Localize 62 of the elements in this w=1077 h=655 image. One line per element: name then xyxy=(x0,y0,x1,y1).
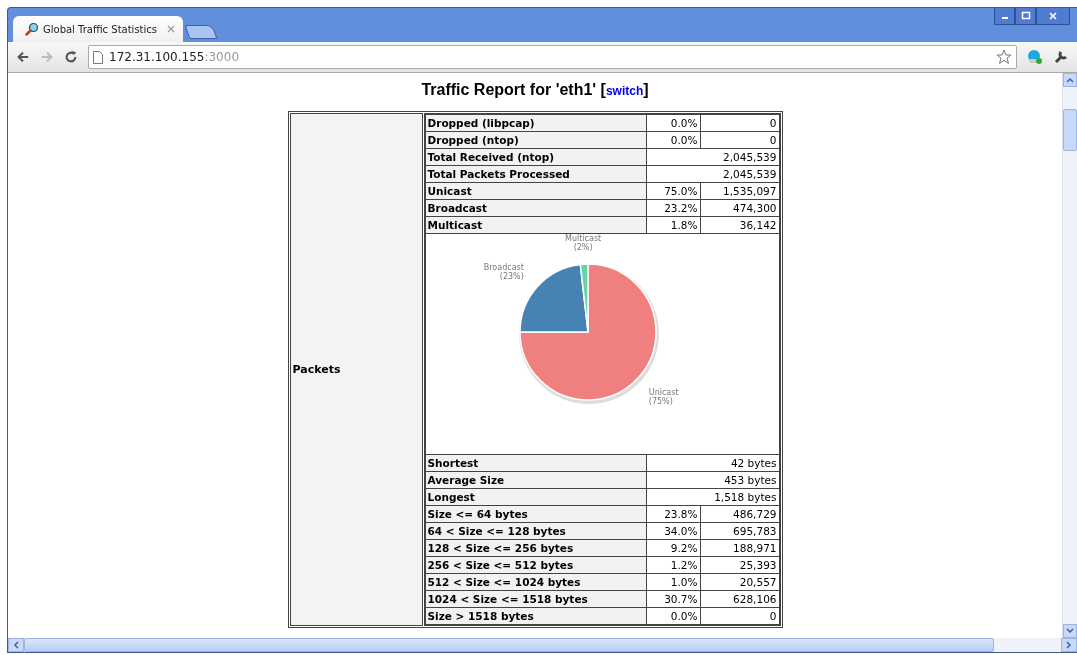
table-cell: 1,518 bytes xyxy=(646,488,779,506)
minimize-button[interactable] xyxy=(994,8,1015,25)
table-cell: 0 xyxy=(700,114,779,132)
close-button[interactable] xyxy=(1036,8,1070,25)
scroll-left-button[interactable] xyxy=(8,638,24,652)
chevron-left-icon xyxy=(13,641,19,649)
scroll-down-button[interactable] xyxy=(1063,624,1077,638)
maximize-icon xyxy=(1020,11,1031,21)
table-cell: 486,729 xyxy=(700,505,779,523)
table-cell: 23.2% xyxy=(646,199,700,217)
chevron-down-icon xyxy=(1066,628,1074,634)
new-tab-button[interactable] xyxy=(184,25,218,39)
address-field[interactable]: 172.31.100.155:3000 xyxy=(88,45,1017,69)
table-cell: 25,393 xyxy=(700,556,779,574)
table-cell: 9.2% xyxy=(646,539,700,557)
table-cell: 1.8% xyxy=(646,216,700,234)
extension-icon[interactable] xyxy=(1027,49,1043,65)
table-cell: 0 xyxy=(700,607,779,625)
table-cell: 0.0% xyxy=(646,607,700,625)
page-heading: Traffic Report for 'eth1' [switch] xyxy=(421,81,649,99)
table-cell: 0.0% xyxy=(646,131,700,149)
chevron-right-icon xyxy=(1066,641,1072,649)
back-icon[interactable] xyxy=(16,50,30,64)
table-cell: 23.8% xyxy=(646,505,700,523)
table-cell: 20,557 xyxy=(700,573,779,591)
reload-icon[interactable] xyxy=(64,50,78,64)
table-cell: 2,045,539 xyxy=(646,165,779,183)
scroll-up-button[interactable] xyxy=(1063,73,1077,87)
scroll-thumb[interactable] xyxy=(1063,109,1077,151)
table-cell: 1.2% xyxy=(646,556,700,574)
browser-tab[interactable]: Global Traffic Statistics xyxy=(13,16,183,42)
slice-label: Unicast (75%) xyxy=(648,387,679,406)
table-cell: 34.0% xyxy=(646,522,700,540)
vertical-scrollbar[interactable] xyxy=(1062,73,1077,638)
table-cell: 188,971 xyxy=(700,539,779,557)
table-cell: 474,300 xyxy=(700,199,779,217)
maximize-button[interactable] xyxy=(1015,8,1036,25)
table-cell: 2,045,539 xyxy=(646,148,779,166)
table-cell: 42 bytes xyxy=(646,454,779,472)
close-icon xyxy=(1048,11,1058,21)
table-cell: 628,106 xyxy=(700,590,779,608)
table-cell: 0 xyxy=(700,131,779,149)
scroll-right-button[interactable] xyxy=(1061,638,1077,652)
table-cell: 0.0% xyxy=(646,114,700,132)
table-cell: 75.0% xyxy=(646,182,700,200)
table-cell: 695,783 xyxy=(700,522,779,540)
close-icon[interactable] xyxy=(167,25,175,33)
table-cell: 453 bytes xyxy=(646,471,779,489)
table-cell: 1,535,097 xyxy=(700,182,779,200)
table-cell: 30.7% xyxy=(646,590,700,608)
table-cell: 36,142 xyxy=(700,216,779,234)
slice-label: Broadcast (23%) xyxy=(483,262,524,281)
star-icon[interactable] xyxy=(996,49,1012,65)
magnifier-icon xyxy=(25,22,39,36)
chevron-up-icon xyxy=(1066,77,1074,83)
table-cell: Dropped (libpcap) xyxy=(425,114,646,132)
table-cell: 1.0% xyxy=(646,573,700,591)
slice-label: Multicast (2%) xyxy=(564,234,601,253)
section-label-cell: Packets xyxy=(289,113,423,626)
wrench-icon[interactable] xyxy=(1053,49,1069,65)
page-icon xyxy=(93,50,103,64)
switch-link[interactable]: switch xyxy=(605,84,644,98)
